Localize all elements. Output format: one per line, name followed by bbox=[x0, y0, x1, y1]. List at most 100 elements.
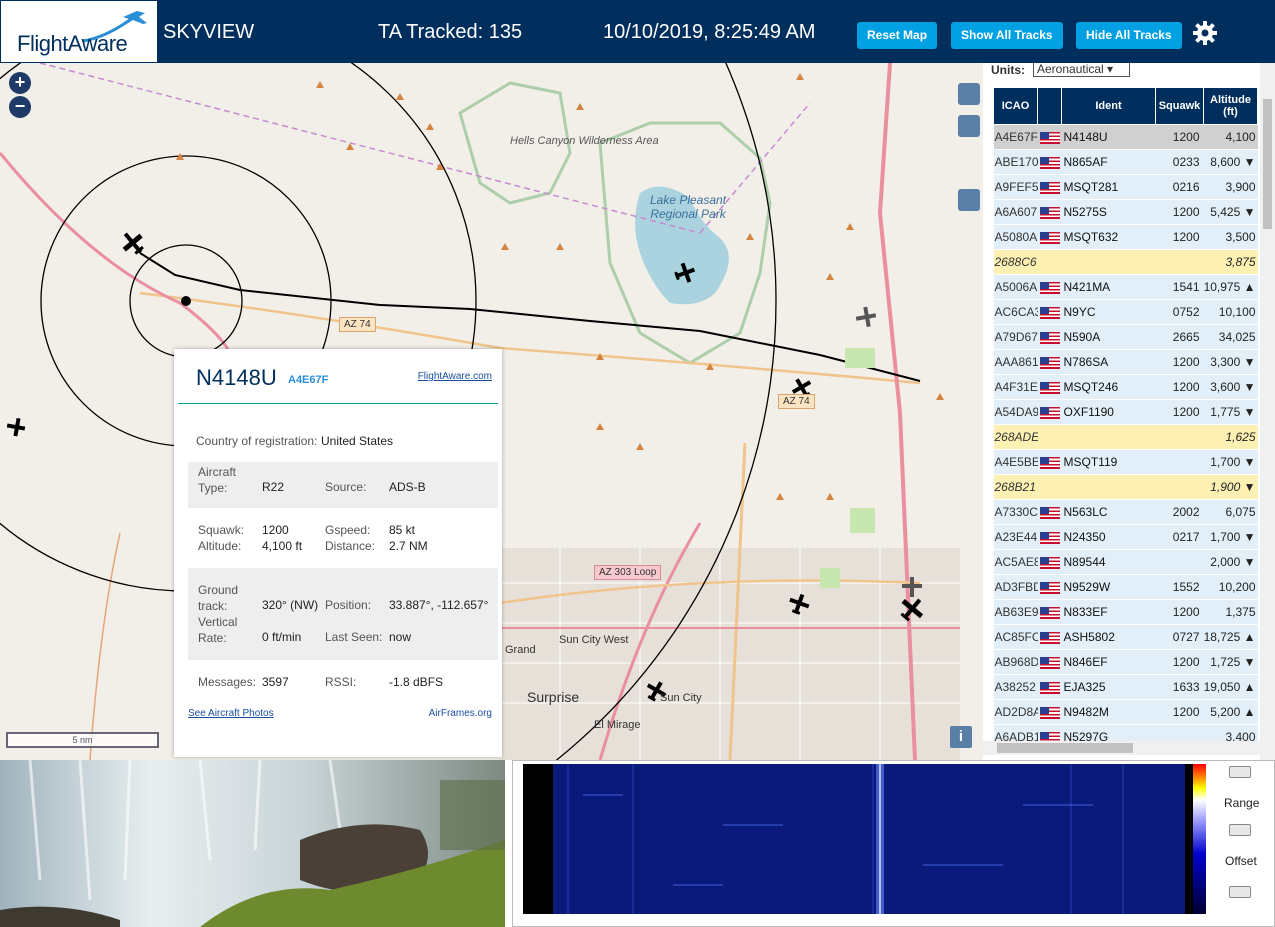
us-flag-icon bbox=[1039, 456, 1060, 469]
waterfall-image bbox=[0, 760, 505, 927]
range-label: Range bbox=[1224, 796, 1260, 810]
row-ident bbox=[1061, 249, 1156, 275]
altitude-label: Altitude: bbox=[198, 539, 242, 553]
col-altitude[interactable]: Altitude (ft) bbox=[1203, 87, 1258, 125]
reset-map-button[interactable]: Reset Map bbox=[857, 22, 938, 49]
zoom-in-button[interactable]: + bbox=[9, 72, 31, 94]
aircraft-row[interactable]: AC6CA3 N9YC 0752 10,100 bbox=[993, 299, 1258, 325]
aircraft-row[interactable]: 268ADE 1,625 bbox=[993, 424, 1258, 450]
row-icao: AB63E9 bbox=[993, 599, 1038, 625]
aircraft-row[interactable]: A23E44 N24350 0217 1,700 ▼ bbox=[993, 524, 1258, 550]
row-flag bbox=[1037, 524, 1062, 550]
panel-horizontal-scrollbar[interactable] bbox=[983, 741, 1260, 755]
row-icao: A4F31E bbox=[993, 374, 1038, 400]
scrollbar-thumb[interactable] bbox=[1263, 99, 1272, 229]
row-ident: N24350 bbox=[1061, 524, 1156, 550]
row-squawk: 2002 bbox=[1155, 499, 1204, 525]
aircraft-row[interactable]: A4F31E MSQT246 1200 3,600 ▼ bbox=[993, 374, 1258, 400]
label-sun-city-west: Sun City West bbox=[559, 634, 629, 646]
flightaware-logo[interactable]: FlightAware bbox=[0, 0, 158, 63]
row-flag bbox=[1037, 474, 1062, 500]
panel-vertical-scrollbar[interactable] bbox=[1260, 63, 1275, 760]
row-icao: 2688C6 bbox=[993, 249, 1038, 275]
row-ident: OXF1190 bbox=[1061, 399, 1156, 425]
aircraft-row[interactable]: AB968D N846EF 1200 1,725 ▼ bbox=[993, 649, 1258, 675]
row-icao: A4E5BE bbox=[993, 449, 1038, 475]
aircraft-row[interactable]: A4E5BE MSQT119 1,700 ▼ bbox=[993, 449, 1258, 475]
show-all-tracks-button[interactable]: Show All Tracks bbox=[951, 22, 1063, 49]
col-icao[interactable]: ICAO bbox=[993, 87, 1038, 125]
hide-all-tracks-button[interactable]: Hide All Tracks bbox=[1076, 22, 1182, 49]
flightaware-link[interactable]: FlightAware.com bbox=[418, 371, 492, 382]
row-flag bbox=[1037, 199, 1062, 225]
aircraft-row[interactable]: AB63E9 N833EF 1200 1,375 bbox=[993, 599, 1258, 625]
vertical-rate-label: Vertical Rate: bbox=[198, 615, 238, 645]
label-lake-pleasant: Lake Pleasant Regional Park bbox=[649, 193, 727, 221]
zoom-out-button[interactable]: − bbox=[9, 96, 31, 118]
info-icon[interactable]: i bbox=[950, 726, 972, 748]
row-squawk bbox=[1155, 424, 1204, 450]
row-altitude: 8,600 ▼ bbox=[1203, 149, 1258, 175]
aircraft-row[interactable]: AD3FBD N9529W 1552 10,200 bbox=[993, 574, 1258, 600]
logo-text: FlightAware bbox=[17, 31, 128, 56]
row-ident: N89544 bbox=[1061, 549, 1156, 575]
aircraft-row[interactable]: 268B21 1,900 ▼ bbox=[993, 474, 1258, 500]
aircraft-row[interactable]: AD2D8A N9482M 1200 5,200 ▲ bbox=[993, 699, 1258, 725]
aircraft-row[interactable]: A6A607 N5275S 1200 5,425 ▼ bbox=[993, 199, 1258, 225]
grid-icon[interactable] bbox=[958, 115, 980, 137]
aircraft-row[interactable]: A7330C N563LC 2002 6,075 bbox=[993, 499, 1258, 525]
us-flag-icon bbox=[1039, 231, 1060, 244]
row-icao: AC6CA3 bbox=[993, 299, 1038, 325]
gear-icon[interactable] bbox=[1192, 20, 1218, 46]
aircraft-photos-link[interactable]: See Aircraft Photos bbox=[188, 708, 274, 719]
columns-icon[interactable] bbox=[958, 189, 980, 211]
row-ident: MSQT281 bbox=[1061, 174, 1156, 200]
aircraft-type-label: Aircraft Type: bbox=[198, 465, 237, 495]
row-flag bbox=[1037, 374, 1062, 400]
row-flag bbox=[1037, 449, 1062, 475]
row-ident: N865AF bbox=[1061, 149, 1156, 175]
us-flag-icon bbox=[1039, 656, 1060, 669]
aircraft-row[interactable]: A5080A MSQT632 1200 3,500 bbox=[993, 224, 1258, 250]
us-flag-icon bbox=[1039, 531, 1060, 544]
ground-track-value: 320° (NW) bbox=[262, 598, 319, 612]
aircraft-info-popup: N4148U A4E67F FlightAware.com Country of… bbox=[174, 349, 502, 757]
aircraft-row[interactable]: A5006A N421MA 1541 10,975 ▲ bbox=[993, 274, 1258, 300]
aircraft-row[interactable]: AC85FC ASH5802 0727 18,725 ▲ bbox=[993, 624, 1258, 650]
row-squawk: 1200 bbox=[1155, 649, 1204, 675]
col-squawk[interactable]: Squawk bbox=[1155, 87, 1204, 125]
aircraft-row[interactable]: A79D67 N590A 2665 34,025 bbox=[993, 324, 1258, 350]
aircraft-row[interactable]: A4E67F N4148U 1200 4,100 bbox=[993, 124, 1258, 150]
offset-slider[interactable] bbox=[1229, 886, 1251, 898]
airframes-link[interactable]: AirFrames.org bbox=[429, 708, 492, 719]
row-icao: A4E67F bbox=[993, 124, 1038, 150]
col-flag[interactable] bbox=[1037, 87, 1062, 125]
aircraft-row[interactable]: A38252 EJA325 1633 19,050 ▲ bbox=[993, 674, 1258, 700]
spectrogram-image bbox=[553, 764, 1185, 914]
aircraft-row[interactable]: AC5AE8 N89544 2,000 ▼ bbox=[993, 549, 1258, 575]
row-icao: 268B21 bbox=[993, 474, 1038, 500]
row-altitude: 1,700 ▼ bbox=[1203, 524, 1258, 550]
units-select[interactable]: Aeronautical ▾ bbox=[1033, 63, 1130, 77]
aircraft-row[interactable]: ABE170 N865AF 0233 8,600 ▼ bbox=[993, 149, 1258, 175]
range-slider[interactable] bbox=[1229, 824, 1251, 836]
messages-value: 3597 bbox=[262, 675, 289, 689]
scrollbar-thumb[interactable] bbox=[997, 743, 1133, 753]
row-flag bbox=[1037, 549, 1062, 575]
row-altitude: 18,725 ▲ bbox=[1203, 624, 1258, 650]
row-squawk: 1633 bbox=[1155, 674, 1204, 700]
row-flag bbox=[1037, 274, 1062, 300]
row-altitude: 1,375 bbox=[1203, 599, 1258, 625]
us-flag-icon bbox=[1039, 131, 1060, 144]
top-slider[interactable] bbox=[1229, 766, 1251, 778]
aircraft-row[interactable]: A9FEF5 MSQT281 0216 3,900 bbox=[993, 174, 1258, 200]
us-flag-icon bbox=[1039, 356, 1060, 369]
aircraft-row[interactable]: A54DA9 OXF1190 1200 1,775 ▼ bbox=[993, 399, 1258, 425]
map-layers-icon[interactable] bbox=[958, 83, 980, 105]
row-squawk: 0217 bbox=[1155, 524, 1204, 550]
aircraft-row[interactable]: AAA861 N786SA 1200 3,300 ▼ bbox=[993, 349, 1258, 375]
row-icao: A54DA9 bbox=[993, 399, 1038, 425]
aircraft-row[interactable]: 2688C6 3,875 bbox=[993, 249, 1258, 275]
col-ident[interactable]: Ident bbox=[1061, 87, 1156, 125]
row-altitude: 5,425 ▼ bbox=[1203, 199, 1258, 225]
